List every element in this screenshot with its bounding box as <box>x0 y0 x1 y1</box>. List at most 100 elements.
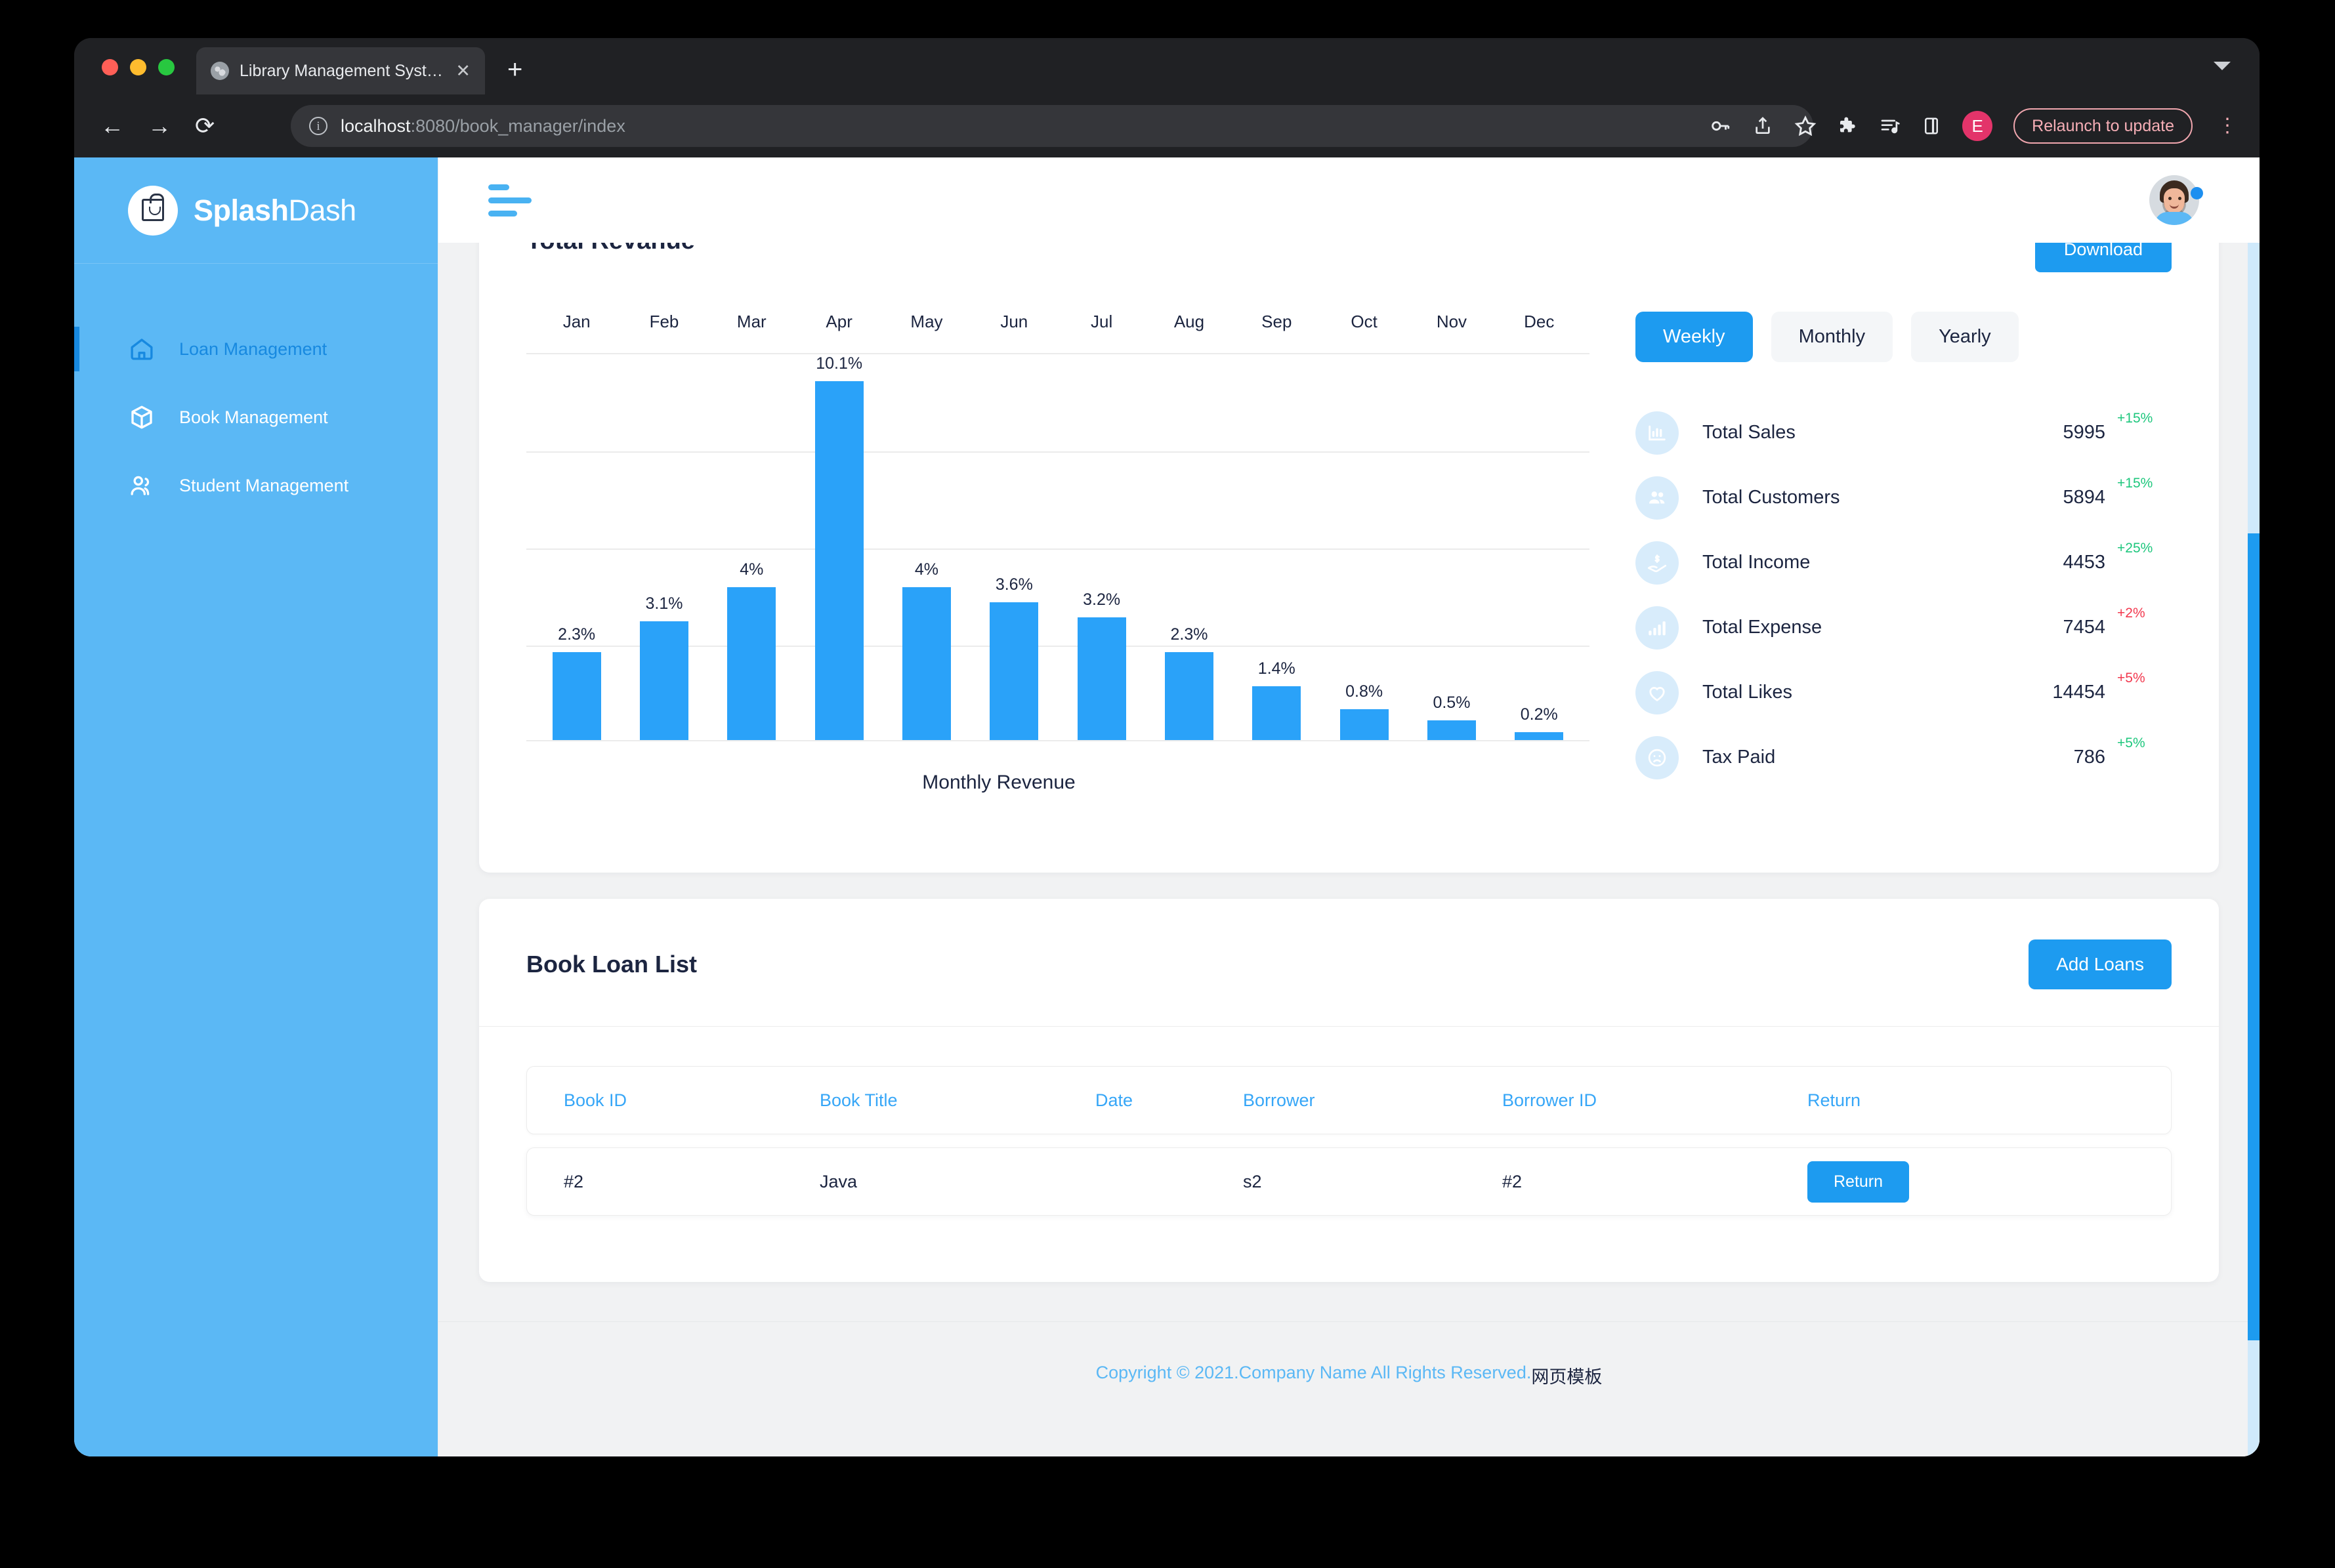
extensions-puzzle-icon[interactable] <box>1838 115 1859 136</box>
bar-item[interactable]: 0.5% <box>1408 354 1495 740</box>
menu-toggle-icon[interactable] <box>488 184 533 217</box>
loan-card-header: Book Loan List Add Loans <box>479 899 2219 989</box>
toolbar-actions: E Relaunch to update ⋮ <box>1709 94 2237 157</box>
period-segmented-control: Weekly Monthly Yearly <box>1635 312 2167 362</box>
column-header-book-id: Book ID <box>564 1090 627 1110</box>
page-scrollbar-thumb[interactable] <box>2248 533 2260 1340</box>
stat-label: Total Income <box>1702 552 1811 573</box>
bar-value-label: 4% <box>914 560 939 579</box>
chart-x-axis-title: Monthly Revenue <box>922 772 1076 793</box>
bar[interactable] <box>639 621 688 740</box>
table-row[interactable]: #2 Java s2 #2 Return <box>526 1147 2172 1216</box>
sidebar-item-label: Student Management <box>179 475 349 495</box>
bar-value-label: 0.8% <box>1345 682 1383 701</box>
signal-bars-icon <box>1635 606 1679 650</box>
shopping-bag-logo-icon <box>128 185 178 236</box>
address-bar[interactable]: i localhost:8080/book_manager/index <box>291 105 1813 147</box>
sidebar-item-book-management[interactable]: Book Management <box>74 383 438 451</box>
x-tick: Jun <box>1000 312 1028 331</box>
x-tick: Jan <box>562 312 591 331</box>
column-header-borrower-id: Borrower ID <box>1502 1090 1597 1110</box>
bar-item[interactable]: 1.4% <box>1233 354 1320 740</box>
stat-value: 5995 <box>2063 422 2105 443</box>
forward-button[interactable]: → <box>148 114 171 138</box>
close-window-button[interactable] <box>102 59 118 75</box>
site-info-icon[interactable]: i <box>309 117 327 135</box>
x-tick: Sep <box>1261 312 1292 331</box>
bar[interactable] <box>727 587 776 740</box>
url-host: localhost <box>341 115 411 136</box>
globe-favicon-icon <box>211 62 229 80</box>
bar[interactable] <box>1077 617 1126 740</box>
x-tick: Aug <box>1173 312 1205 331</box>
bar[interactable] <box>990 602 1039 740</box>
bar-item[interactable]: 3.6% <box>971 354 1058 740</box>
bar-item[interactable]: 0.8% <box>1320 354 1408 740</box>
sidebar: SplashDash Loan Management Book Manageme… <box>74 157 438 1456</box>
password-key-icon[interactable] <box>1709 115 1731 137</box>
back-button[interactable]: ← <box>100 114 124 138</box>
sidebar-item-label: Loan Management <box>179 339 327 359</box>
page-scrollbar-track[interactable] <box>2248 243 2260 1456</box>
bar-value-label: 10.1% <box>816 354 863 373</box>
bar-item[interactable]: 3.1% <box>620 354 707 740</box>
reload-button[interactable]: ⟳ <box>195 114 215 138</box>
template-credit-text: 网页模板 <box>1531 1367 1603 1387</box>
stat-value: 14454 <box>2052 682 2105 703</box>
browser-menu-icon[interactable]: ⋮ <box>2218 116 2237 135</box>
maximize-window-button[interactable] <box>158 59 175 75</box>
close-tab-icon[interactable]: ✕ <box>455 62 471 80</box>
bar-item[interactable]: 2.3% <box>533 354 620 740</box>
side-panel-icon[interactable] <box>1922 116 1941 136</box>
brand-name-bold: Splash <box>194 193 289 227</box>
browser-tab[interactable]: Library Management System ✕ <box>196 47 485 94</box>
window-controls[interactable] <box>102 59 175 75</box>
user-avatar[interactable] <box>2149 175 2203 225</box>
book-loan-list-card: Book Loan List Add Loans Book ID Book Ti… <box>479 899 2219 1282</box>
profile-avatar-button[interactable]: E <box>1962 111 1993 141</box>
sidebar-item-loan-management[interactable]: Loan Management <box>74 315 438 383</box>
bar[interactable] <box>1252 686 1301 740</box>
bar-value-label: 3.2% <box>1083 590 1121 609</box>
tab-yearly[interactable]: Yearly <box>1911 312 2019 362</box>
add-loans-button[interactable]: Add Loans <box>2029 939 2172 989</box>
stat-label: Total Expense <box>1702 617 1822 638</box>
bar-item[interactable]: 4% <box>708 354 795 740</box>
brand-logo[interactable]: SplashDash <box>74 157 438 264</box>
users-group-icon <box>1635 476 1679 520</box>
tab-weekly[interactable]: Weekly <box>1635 312 1753 362</box>
stat-value: 7454 <box>2063 617 2105 638</box>
bar[interactable] <box>814 381 864 740</box>
bar-item[interactable]: 0.2% <box>1496 354 1583 740</box>
bookmark-star-icon[interactable] <box>1794 115 1817 137</box>
bar-item[interactable]: 10.1% <box>795 354 883 740</box>
download-button[interactable]: Download <box>2034 243 2172 272</box>
bar[interactable] <box>1339 709 1389 740</box>
bar-item[interactable]: 3.2% <box>1058 354 1145 740</box>
stat-delta: +25% <box>2117 541 2153 556</box>
bar-value-label: 3.1% <box>645 594 683 613</box>
tab-monthly[interactable]: Monthly <box>1771 312 1893 362</box>
bar-item[interactable]: 2.3% <box>1145 354 1232 740</box>
cell-return-action: Return <box>1771 1161 2171 1203</box>
bar[interactable] <box>1164 652 1213 740</box>
cell-book-id: #2 <box>564 1171 584 1191</box>
share-icon[interactable] <box>1752 115 1773 136</box>
total-revenue-card: Total Revanue Download Jan Feb Mar Apr M… <box>479 243 2219 873</box>
tab-list-chevron-down-icon[interactable] <box>2214 62 2231 70</box>
bar[interactable] <box>1515 732 1564 740</box>
sidebar-item-student-management[interactable]: Student Management <box>74 451 438 520</box>
bar[interactable] <box>552 652 601 740</box>
return-button[interactable]: Return <box>1807 1161 1910 1203</box>
stats-panel: Weekly Monthly Yearly Total Sales 5995 +… <box>1589 312 2167 794</box>
stat-label: Total Sales <box>1702 422 1796 443</box>
reading-list-icon[interactable] <box>1880 115 1901 136</box>
new-tab-button[interactable]: + <box>507 56 522 83</box>
x-tick: Mar <box>736 312 767 331</box>
heart-icon <box>1635 671 1679 714</box>
bar[interactable] <box>902 587 951 740</box>
relaunch-to-update-button[interactable]: Relaunch to update <box>2013 108 2193 144</box>
bar[interactable] <box>1427 720 1476 740</box>
minimize-window-button[interactable] <box>130 59 146 75</box>
bar-item[interactable]: 4% <box>883 354 970 740</box>
